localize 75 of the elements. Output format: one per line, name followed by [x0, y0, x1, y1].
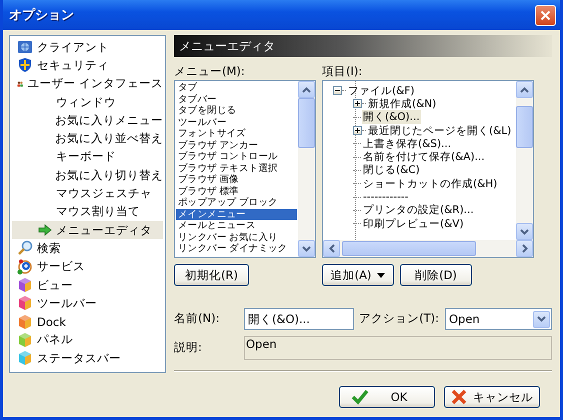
tree-item[interactable]: 最近閉じたページを開く(&L): [367, 124, 512, 138]
tree-item[interactable]: 名前を付けて保存(&A)...: [362, 150, 486, 164]
category-item[interactable]: マウスジェスチャ: [12, 184, 163, 203]
close-icon: [540, 10, 551, 20]
expand-icon[interactable]: [353, 99, 362, 108]
cancel-button[interactable]: キャンセル: [444, 386, 540, 408]
search-icon: [17, 240, 33, 256]
tree-item[interactable]: プリンタの設定(&R)...: [362, 203, 475, 218]
tree-item[interactable]: ファイル(&F): [347, 84, 416, 98]
vertical-scrollbar[interactable]: [298, 81, 315, 257]
caret-icon: [377, 272, 386, 278]
category-item[interactable]: Dock: [12, 312, 163, 331]
category-item[interactable]: ツールバー: [12, 294, 163, 312]
category-item[interactable]: セキュリティ: [12, 56, 163, 75]
globe-icon: [17, 39, 33, 56]
category-item[interactable]: キーボード: [12, 148, 163, 166]
category-item[interactable]: ユーザー インタフェース: [12, 74, 163, 93]
category-item[interactable]: お気に入り切り替え: [12, 166, 163, 184]
menu-list-item[interactable]: タブを閉じる: [176, 105, 297, 116]
vertical-scrollbar[interactable]: [516, 81, 533, 240]
menu-list-item[interactable]: タブバー: [176, 94, 297, 105]
action-dropdown[interactable]: Open: [445, 308, 552, 330]
name-field[interactable]: 開く(&O)...: [244, 308, 354, 330]
tree-item[interactable]: 開く(&O)...: [362, 110, 421, 124]
menu-list-item[interactable]: ポップアップ ブロック: [176, 197, 297, 208]
menu-list-item[interactable]: ブラウザ 画像: [176, 174, 297, 186]
category-item[interactable]: サービス: [12, 258, 163, 276]
tree-item[interactable]: 新規作成(&N): [367, 96, 438, 111]
category-item[interactable]: パネル: [12, 330, 163, 350]
description-label: 説明:: [174, 340, 203, 356]
ok-button[interactable]: OK: [339, 386, 435, 408]
shield-icon: [17, 57, 33, 74]
arrow-icon: [38, 224, 52, 236]
section-header: メニューエディタ: [174, 35, 552, 57]
menu-list-item[interactable]: ブラウザ アンカー: [176, 140, 297, 151]
menu-list-item[interactable]: メールとニュース: [176, 220, 297, 232]
menu-list-item[interactable]: フォントサイズ: [176, 128, 297, 140]
tree-item[interactable]: ------------: [362, 191, 410, 204]
collapse-icon[interactable]: [333, 86, 342, 96]
menu-list-item[interactable]: リンクバー お気に入り: [176, 232, 297, 243]
delete-button[interactable]: 削除(D): [400, 264, 472, 286]
menu-list-item[interactable]: メインメニュー: [176, 208, 297, 220]
tree-item[interactable]: 閉じる(&C): [362, 163, 421, 178]
expand-icon[interactable]: [353, 126, 362, 136]
action-label: アクション(T):: [359, 311, 439, 327]
category-item[interactable]: ウィンドウ: [12, 92, 163, 112]
window-title: オプション: [9, 6, 74, 24]
items-label: 項目(I):: [322, 64, 364, 80]
category-item[interactable]: ビュー: [12, 276, 163, 294]
tree-item[interactable]: ショートカットの作成(&H): [362, 176, 498, 191]
name-label: 名前(N):: [174, 311, 220, 327]
reset-button[interactable]: 初期化(R): [174, 264, 249, 286]
menu-label: メニュー(M):: [174, 64, 246, 80]
category-item[interactable]: クライアント: [12, 38, 163, 56]
category-item[interactable]: マウス割り当て: [12, 202, 163, 221]
menu-list-item[interactable]: ブラウザ 標準: [176, 186, 297, 197]
globe-plus-icon: [17, 258, 33, 275]
add-button[interactable]: 追加(A): [322, 264, 394, 286]
category-item[interactable]: 検索: [12, 239, 163, 258]
category-item[interactable]: お気に入りメニュー: [12, 111, 163, 130]
menu-list-item[interactable]: ブラウザ テキスト選択: [176, 162, 297, 174]
close-button[interactable]: [535, 4, 556, 26]
description-field: Open: [244, 336, 552, 360]
check-icon: [351, 389, 369, 405]
menu-list-item[interactable]: リンクバー ダイナミック: [176, 243, 297, 254]
category-item[interactable]: メニューエディタ: [12, 220, 163, 240]
horizontal-scrollbar[interactable]: [323, 240, 533, 257]
cross-icon: [451, 389, 467, 405]
category-item[interactable]: ステータスバー: [12, 349, 163, 368]
tree-item[interactable]: 上書き保存(&S)...: [362, 136, 452, 151]
category-item[interactable]: お気に入り並べ替え: [12, 129, 163, 148]
tree-item[interactable]: 印刷プレビュー(&V): [362, 216, 465, 231]
menu-list-item[interactable]: タブ: [176, 82, 297, 94]
menu-list-item[interactable]: ブラウザ コントロール: [176, 151, 297, 162]
menu-list-item[interactable]: ツールバー: [176, 116, 297, 128]
